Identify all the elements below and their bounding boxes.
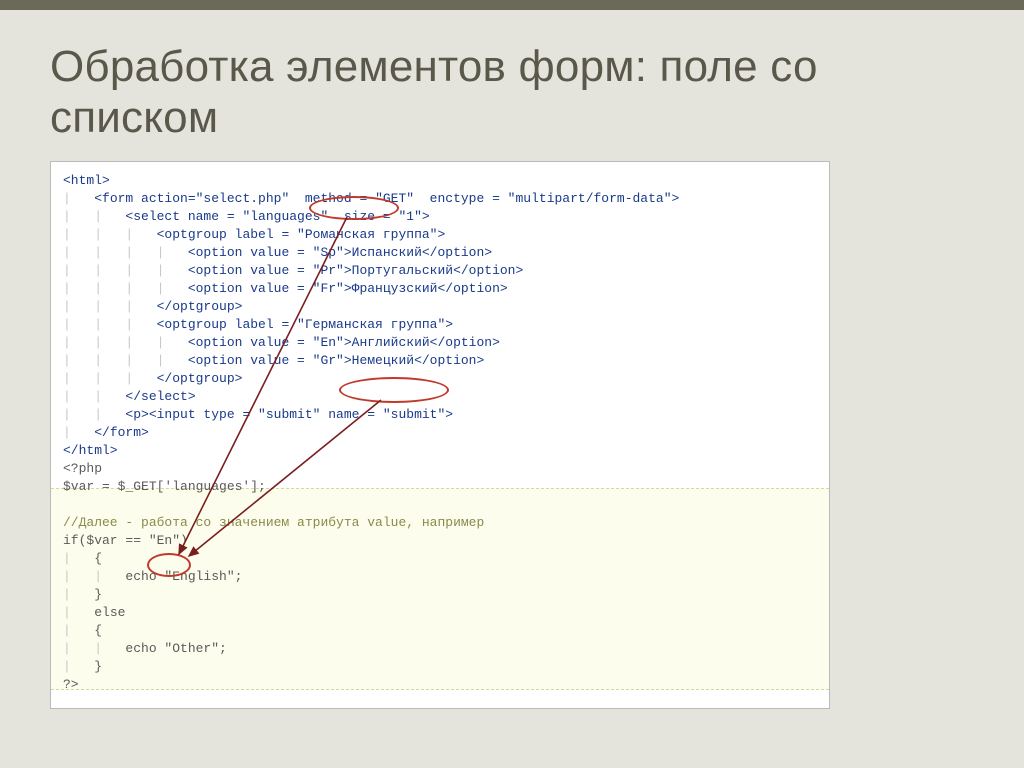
code-line: echo "Other"; [125,641,226,656]
code-line: <option value = "Fr">Французский</option… [188,281,508,296]
slide: Обработка элементов форм: поле со списко… [0,0,1024,768]
code-line: <html> [63,173,110,188]
code-line: </optgroup> [157,371,243,386]
code-line: <option value = "Gr">Немецкий</option> [188,353,484,368]
code-line: if($var == "En") [63,533,188,548]
code-line: <optgroup label = "Романская группа"> [157,227,446,242]
code-line: <option value = "Sp">Испанский</option> [188,245,492,260]
code-line: //Далее - работа со значением атрибута v… [63,515,484,530]
code-line: } [94,659,102,674]
accent-bar [0,0,1024,10]
code-line: </form> [94,425,149,440]
code-line: <?php [63,461,102,476]
code-content: <html> | <form action="select.php" metho… [63,172,817,694]
code-line: <form action="select.php" method = "GET"… [94,191,679,206]
code-line: $var = $_GET['languages']; [63,479,266,494]
code-line: <optgroup label = "Германская группа"> [157,317,453,332]
code-line: </optgroup> [157,299,243,314]
code-line: <select name = "languages" size = "1"> [125,209,429,224]
code-line: <p><input type = "submit" name = "submit… [125,407,453,422]
code-line: { [94,551,102,566]
code-line: </select> [125,389,195,404]
code-line: ?> [63,677,79,692]
code-line: <option value = "En">Английский</option> [188,335,500,350]
code-box: <html> | <form action="select.php" metho… [50,161,830,709]
code-line: </html> [63,443,118,458]
code-line: <option value = "Pr">Португальский</opti… [188,263,523,278]
code-line: } [94,587,102,602]
code-line: else [94,605,125,620]
code-line: echo "English"; [125,569,242,584]
slide-title: Обработка элементов форм: поле со списко… [50,42,974,143]
code-line: { [94,623,102,638]
